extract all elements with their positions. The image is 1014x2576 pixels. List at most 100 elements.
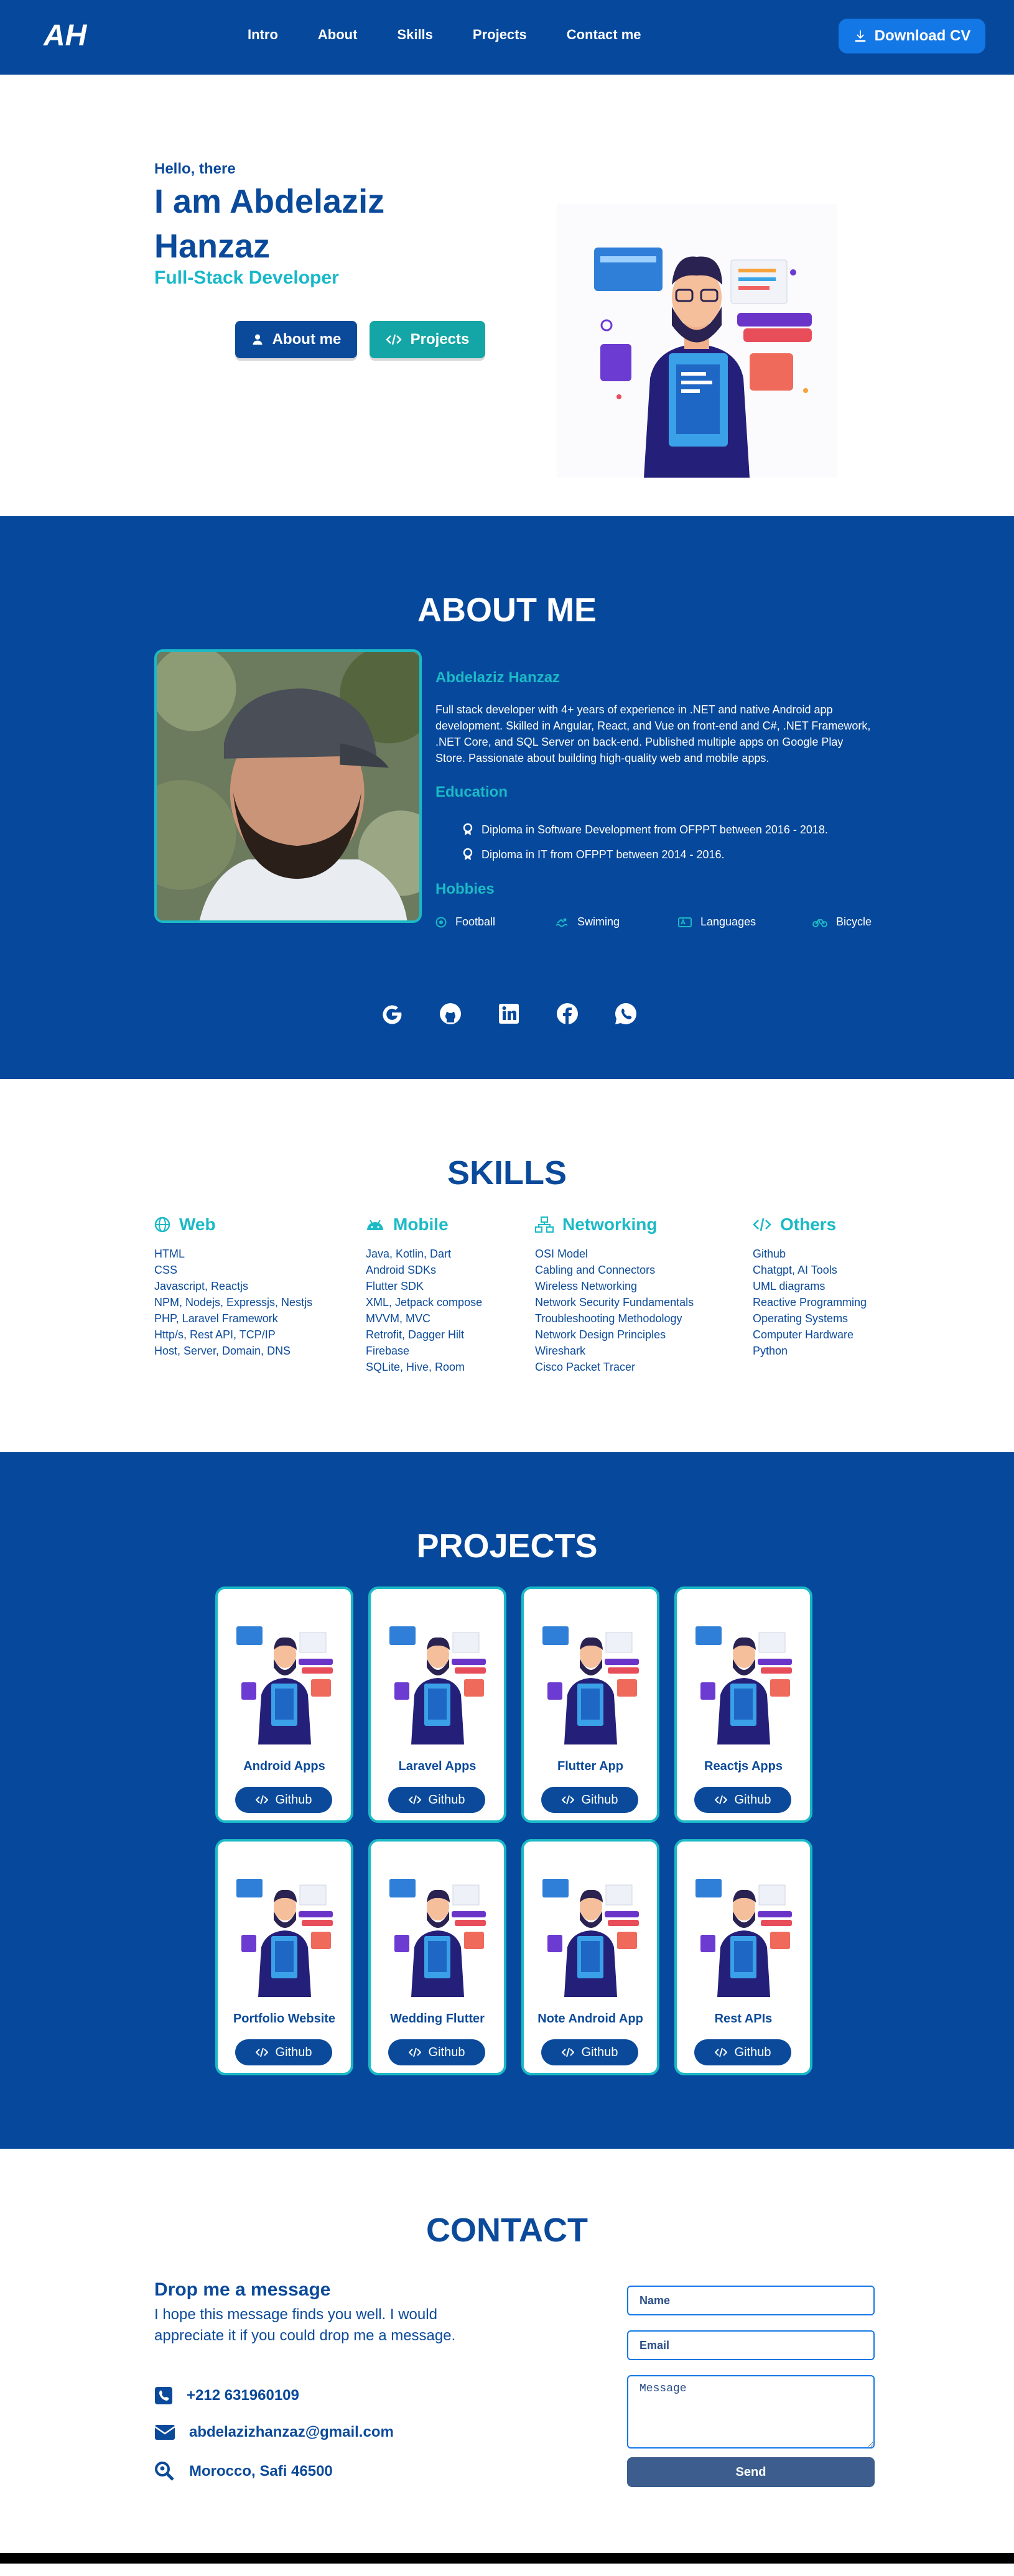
language-icon: [678, 917, 692, 927]
message-textarea[interactable]: [627, 2375, 875, 2449]
globe-icon: [154, 1216, 170, 1233]
hobby-label: Bicycle: [836, 915, 872, 928]
hobby-label: Languages: [700, 915, 756, 928]
contact-heading: Drop me a message: [154, 2279, 331, 2300]
skill-heading: Networking: [535, 1215, 694, 1235]
education-text: Diploma in Software Development from OFP…: [481, 823, 828, 836]
hobbies-list: Football Swiming Languages Bicycle: [435, 915, 872, 929]
skills-title: SKILLS: [447, 1154, 567, 1192]
contact-section: CONTACT Drop me a message I hope this me…: [0, 2149, 1014, 2553]
hobby-football: Football: [435, 915, 555, 929]
github-label: Github: [581, 1792, 618, 1807]
email-text[interactable]: abdelazizhanzaz@gmail.com: [189, 2424, 394, 2441]
nav-link-skills[interactable]: Skills: [397, 27, 432, 43]
android-icon: [367, 1220, 383, 1230]
skill-item: Network Security Fundamentals: [535, 1296, 694, 1309]
education-item: Diploma in Software Development from OFP…: [463, 817, 828, 842]
contact-text: I hope this message finds you well. I wo…: [154, 2306, 456, 2344]
github-button[interactable]: Github: [235, 2039, 332, 2065]
phone-text[interactable]: +212 631960109: [187, 2387, 299, 2404]
github-label: Github: [734, 2045, 771, 2059]
github-button[interactable]: Github: [541, 1787, 638, 1813]
skill-item: CSS: [154, 1264, 178, 1276]
code-icon: [255, 2047, 268, 2057]
google-icon[interactable]: [379, 1001, 404, 1026]
skill-item: Reactive Programming: [753, 1296, 867, 1309]
skill-item: Cisco Packet Tracer: [535, 1361, 636, 1373]
linkedin-icon[interactable]: [496, 1001, 521, 1026]
download-cv-button[interactable]: Download CV: [839, 19, 985, 53]
github-button[interactable]: Github: [694, 2039, 791, 2065]
hero-greeting: Hello, there: [154, 160, 236, 177]
profile-photo: [154, 649, 422, 923]
name-input[interactable]: [627, 2286, 875, 2315]
send-button[interactable]: Send: [627, 2457, 875, 2487]
nav-link-projects[interactable]: Projects: [473, 27, 527, 43]
project-name: Note Android App: [537, 2012, 643, 2026]
project-card: Android Apps Github: [215, 1587, 353, 1823]
contact-email: abdelazizhanzaz@gmail.com: [154, 2424, 394, 2441]
projects-label: Projects: [410, 331, 470, 348]
hobby-swimming: Swiming: [555, 915, 678, 929]
skill-item: NPM, Nodejs, Expressjs, Nestjs: [154, 1296, 313, 1309]
project-card: Note Android App Github: [521, 1839, 659, 2075]
projects-button[interactable]: Projects: [370, 321, 485, 358]
skill-heading-label: Mobile: [393, 1215, 449, 1234]
download-icon: [855, 30, 865, 42]
about-bio: Full stack developer with 4+ years of ex…: [435, 703, 871, 764]
github-label: Github: [428, 2045, 465, 2059]
skill-item: Flutter SDK: [366, 1280, 424, 1292]
github-button[interactable]: Github: [235, 1787, 332, 1813]
github-button[interactable]: Github: [694, 1787, 791, 1813]
skills-section: SKILLS Web HTML CSS Javascript, Reactjs …: [0, 1079, 1014, 1452]
skill-item: Chatgpt, AI Tools: [753, 1264, 837, 1276]
project-card: Rest APIs Github: [674, 1839, 812, 2075]
skill-item: XML, Jetpack compose: [366, 1296, 483, 1309]
skill-column-web: Web HTML CSS Javascript, Reactjs NPM, No…: [154, 1215, 312, 1359]
navbar: AH Intro About Skills Projects Contact m…: [0, 0, 1014, 75]
code-icon: [385, 334, 402, 345]
github-button[interactable]: Github: [541, 2039, 638, 2065]
logo[interactable]: AH: [44, 19, 86, 53]
education-heading: Education: [435, 784, 508, 800]
github-icon[interactable]: [438, 1001, 463, 1026]
skill-item: Github: [753, 1248, 786, 1260]
contact-phone: +212 631960109: [154, 2386, 299, 2405]
contact-title: CONTACT: [426, 2212, 588, 2249]
hobby-bicycle: Bicycle: [812, 915, 872, 929]
project-thumbnail: [389, 1879, 486, 1997]
skill-item: MVVM, MVC: [366, 1312, 431, 1325]
project-card: Flutter App Github: [521, 1587, 659, 1823]
user-icon: [253, 334, 263, 345]
github-label: Github: [275, 1792, 312, 1807]
about-me-button[interactable]: About me: [235, 321, 357, 358]
skill-item: Http/s, Rest API, TCP/IP: [154, 1328, 276, 1341]
email-input[interactable]: [627, 2330, 875, 2360]
github-button[interactable]: Github: [388, 2039, 485, 2065]
skill-item: Java, Kotlin, Dart: [366, 1248, 452, 1260]
about-title: ABOUT ME: [417, 591, 597, 629]
skill-item: Firebase: [366, 1345, 410, 1357]
skill-item: Network Design Principles: [535, 1328, 666, 1341]
nav-link-about[interactable]: About: [318, 27, 358, 43]
location-text: Morocco, Safi 46500: [189, 2463, 333, 2480]
skill-item: UML diagrams: [753, 1280, 826, 1292]
skill-item: Android SDKs: [366, 1264, 437, 1276]
education-text: Diploma in IT from OFPPT between 2014 - …: [481, 848, 725, 861]
skill-item: Operating Systems: [753, 1312, 849, 1325]
whatsapp-icon[interactable]: [613, 1001, 638, 1026]
skill-column-networking: Networking OSI Model Cabling and Connect…: [535, 1215, 694, 1375]
project-thumbnail: [695, 1879, 792, 1997]
facebook-icon[interactable]: [555, 1001, 580, 1026]
nav-links: Intro About Skills Projects Contact me: [248, 27, 681, 43]
award-icon: [463, 848, 473, 860]
nav-link-contact[interactable]: Contact me: [567, 27, 641, 43]
hero-name: I am Abdelaziz Hanzaz: [154, 183, 385, 265]
github-button[interactable]: Github: [388, 1787, 485, 1813]
skill-item: HTML: [154, 1248, 185, 1260]
skill-item: Host, Server, Domain, DNS: [154, 1345, 291, 1357]
nav-link-intro[interactable]: Intro: [248, 27, 278, 43]
hobby-label: Football: [455, 915, 496, 928]
skill-heading-label: Web: [179, 1215, 216, 1234]
skill-column-mobile: Mobile Java, Kotlin, Dart Android SDKs F…: [366, 1215, 482, 1375]
